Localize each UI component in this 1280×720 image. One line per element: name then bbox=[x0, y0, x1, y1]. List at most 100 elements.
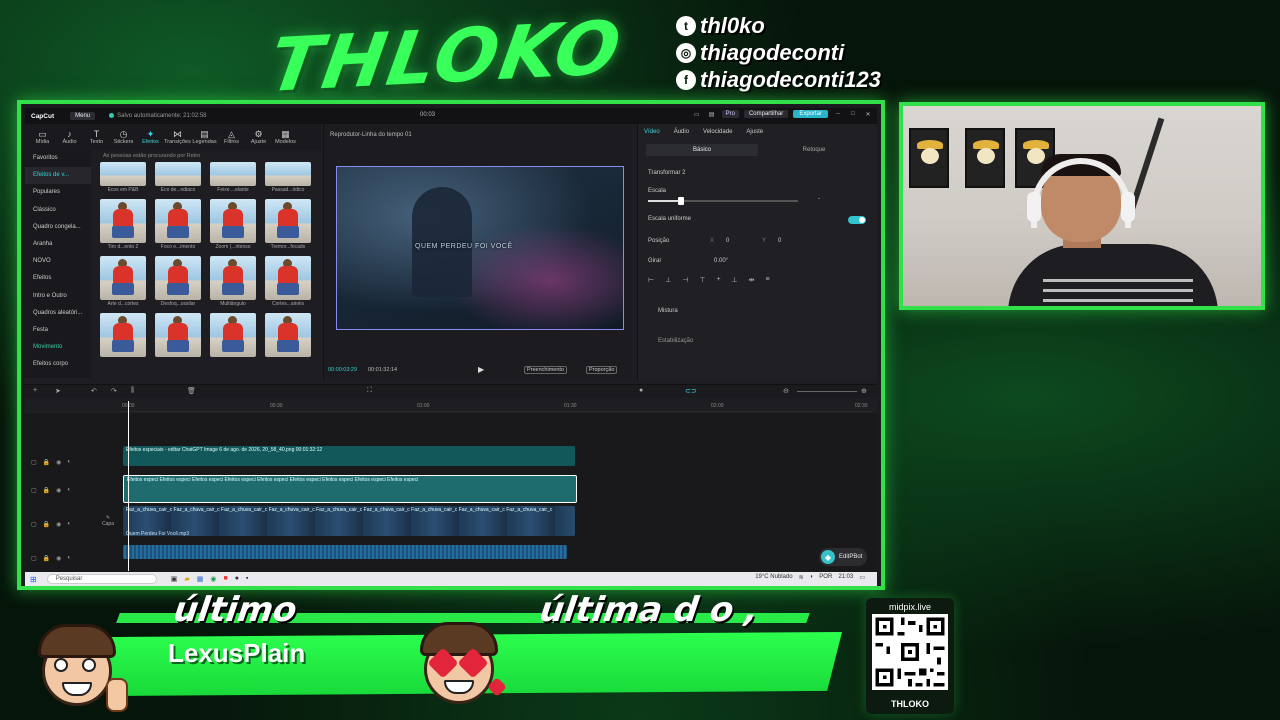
redo-icon[interactable]: ↷ bbox=[111, 387, 117, 395]
category-classic[interactable]: Clássico bbox=[25, 202, 91, 219]
category-party[interactable]: Festa bbox=[25, 322, 91, 339]
lock-icon[interactable]: 🔒 bbox=[43, 555, 50, 562]
effect-card[interactable]: Zoom (...ntenso bbox=[210, 199, 260, 253]
taskbar-search[interactable]: Pesquisar bbox=[46, 574, 157, 584]
store-icon[interactable]: ▦ bbox=[197, 575, 204, 583]
split-icon[interactable]: ⫼ bbox=[131, 387, 134, 395]
delete-icon[interactable]: 🗑 bbox=[187, 387, 196, 395]
effect-card[interactable]: Foco e...imento bbox=[155, 199, 205, 253]
tab-audio[interactable]: Áudio bbox=[674, 129, 689, 135]
effect-card[interactable] bbox=[210, 313, 260, 367]
align-left-icon[interactable]: ⊢ bbox=[648, 276, 654, 284]
category-favorites[interactable]: Favoritos bbox=[25, 150, 91, 167]
scale-value[interactable]: - bbox=[818, 196, 820, 202]
tool-audio[interactable]: ♪ Áudio bbox=[56, 124, 83, 150]
weather-status[interactable]: 19°C Nublado bbox=[755, 574, 792, 581]
audio-clip[interactable] bbox=[123, 545, 567, 559]
distribute-v-icon[interactable]: ≡ bbox=[766, 276, 770, 284]
tool-text[interactable]: T Texto bbox=[83, 124, 110, 150]
minimize-icon[interactable]: – bbox=[833, 111, 843, 117]
zoom-slider[interactable] bbox=[797, 391, 857, 392]
rotate-input[interactable]: 0.00° bbox=[714, 258, 728, 264]
scale-slider-knob[interactable] bbox=[678, 197, 684, 205]
effect-card[interactable]: Tiro d...ento 2 bbox=[100, 199, 150, 253]
lock-icon[interactable]: 🔒 bbox=[43, 459, 50, 466]
blend-label[interactable]: Mistura bbox=[658, 308, 678, 314]
editbot-button[interactable]: ◆ EditPBot bbox=[819, 548, 868, 566]
effect-card[interactable]: Ecos em P&B bbox=[100, 162, 150, 196]
effect-card[interactable]: Tremor...focado bbox=[265, 199, 315, 253]
undo-icon[interactable]: ↶ bbox=[91, 387, 97, 395]
magnet-icon[interactable]: ⊂⊃ bbox=[685, 387, 697, 395]
subtab-retouch[interactable]: Retoque bbox=[758, 144, 870, 156]
lock-icon[interactable]: 🔒 bbox=[43, 521, 50, 528]
tab-video[interactable]: Vídeo bbox=[644, 129, 660, 135]
category-intro-outro[interactable]: Intro e Outro bbox=[25, 288, 91, 305]
maximize-icon[interactable]: □ bbox=[848, 111, 858, 117]
folder-icon[interactable]: ▰ bbox=[184, 575, 189, 583]
layout-icon[interactable]: ▭ bbox=[692, 111, 702, 118]
category-movement[interactable]: Movimento bbox=[25, 339, 91, 356]
eye-icon[interactable]: ◉ bbox=[56, 555, 61, 562]
position-x-input[interactable]: 0 bbox=[726, 238, 729, 244]
distribute-h-icon[interactable]: ⇹ bbox=[749, 276, 755, 284]
eye-icon[interactable]: ◉ bbox=[56, 521, 61, 528]
track-lock-icon[interactable]: ▢ bbox=[31, 459, 37, 466]
effect-card[interactable]: Desfoq...ossilar bbox=[155, 256, 205, 310]
mic-icon[interactable]: ● bbox=[639, 387, 643, 394]
tool-effects[interactable]: ✦ Efeitos bbox=[137, 124, 164, 150]
category-spider[interactable]: Aranha bbox=[25, 236, 91, 253]
tool-transitions[interactable]: ⋈ Transições bbox=[164, 124, 191, 150]
zoom-out-icon[interactable]: ⊖ bbox=[783, 387, 789, 395]
clock[interactable]: 21:03 bbox=[838, 574, 853, 581]
notifications-icon[interactable]: ▭ bbox=[859, 574, 865, 581]
align-right-icon[interactable]: ⊣ bbox=[682, 276, 688, 284]
tool-stickers[interactable]: ◷ Stickers bbox=[110, 124, 137, 150]
position-y-input[interactable]: 0 bbox=[778, 238, 781, 244]
volume-icon[interactable]: ◖ bbox=[810, 574, 814, 581]
tab-speed[interactable]: Velocidade bbox=[703, 129, 732, 135]
capcut-taskbar-icon[interactable]: ▪ bbox=[246, 575, 248, 583]
pro-button[interactable]: Pro bbox=[721, 110, 739, 118]
effect-card[interactable]: Passad...ódico bbox=[265, 162, 315, 196]
task-view-icon[interactable]: ▣ bbox=[171, 575, 178, 583]
obs-icon[interactable]: ● bbox=[235, 575, 239, 583]
play-icon[interactable]: ▶ bbox=[478, 365, 484, 374]
category-video-effects[interactable]: Efeitos de v... bbox=[25, 167, 91, 185]
effect-card[interactable]: Multiângulo bbox=[210, 256, 260, 310]
windows-start-icon[interactable]: ⊞ bbox=[30, 575, 37, 584]
effect-card[interactable]: Arte d...cortes bbox=[100, 256, 150, 310]
lock-icon[interactable]: 🔒 bbox=[43, 487, 50, 494]
crop-icon[interactable]: ⛶ bbox=[367, 387, 372, 395]
audio-toggle-icon[interactable]: ◐ bbox=[67, 555, 71, 562]
video-preview[interactable]: QUEM PERDEU FOI VOCÊ bbox=[336, 166, 624, 330]
align-top-icon[interactable]: ⊤ bbox=[699, 276, 705, 284]
effects-clip[interactable]: Efeitos especi Efeitos especi Efeitos es… bbox=[123, 475, 577, 503]
tool-captions[interactable]: ▤ Legendas bbox=[191, 124, 218, 150]
menu-button[interactable]: Menu bbox=[70, 112, 96, 120]
scale-slider[interactable] bbox=[648, 197, 798, 205]
align-middle-icon[interactable]: + bbox=[716, 276, 720, 284]
effect-card[interactable] bbox=[100, 313, 150, 367]
tool-adjust[interactable]: ⚙ Ajuste bbox=[245, 124, 272, 150]
tab-adjust[interactable]: Ajuste bbox=[746, 129, 763, 135]
tool-filters[interactable]: ◬ Filtros bbox=[218, 124, 245, 150]
stabilize-label[interactable]: Estabilização bbox=[658, 338, 693, 344]
category-freeze-frame[interactable]: Quadro congela... bbox=[25, 219, 91, 236]
category-effects[interactable]: Efeitos bbox=[25, 270, 91, 287]
audio-toggle-icon[interactable]: ◐ bbox=[67, 459, 71, 466]
close-icon[interactable]: ✕ bbox=[863, 111, 873, 118]
panel-icon[interactable]: ▤ bbox=[707, 111, 717, 118]
effect-card[interactable] bbox=[265, 313, 315, 367]
subtab-basic[interactable]: Básico bbox=[646, 144, 758, 156]
text-clip[interactable]: Efeitos especiais - editar ChatGPT Image… bbox=[123, 446, 575, 466]
cover-button[interactable]: ✎ Capa bbox=[99, 515, 117, 527]
align-bottom-icon[interactable]: ⊥ bbox=[732, 276, 738, 284]
wifi-icon[interactable]: ≋ bbox=[799, 574, 804, 581]
effect-card[interactable]: Cortes...ainéis bbox=[265, 256, 315, 310]
audio-toggle-icon[interactable]: ◐ bbox=[67, 487, 71, 494]
effect-card[interactable]: Eco de...ndiaco bbox=[155, 162, 205, 196]
select-icon[interactable]: ➤ bbox=[55, 387, 61, 395]
ratio-button[interactable]: Proporção bbox=[586, 366, 618, 374]
add-icon[interactable]: + bbox=[33, 387, 37, 394]
